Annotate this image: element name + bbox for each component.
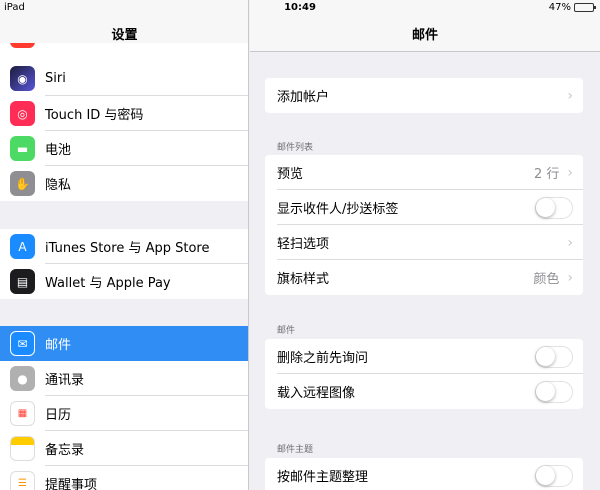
sidebar-item-label: 隐私 (45, 178, 72, 193)
chevron-right-icon: › (567, 234, 573, 251)
show-to-cc-toggle[interactable] (535, 196, 573, 219)
reminders-icon: ☰ (10, 471, 35, 490)
siri-icon: ◉ (10, 66, 35, 91)
sidebar-item-label: 电池 (45, 143, 72, 158)
swipe-options-label: 轻扫选项 (277, 237, 330, 252)
sidebar-group-1: ◉ Siri ◎ Touch ID 与密码 ▬ 电池 ✋ 隐私 (0, 61, 248, 201)
app-store-icon: A (10, 234, 35, 259)
ask-before-delete-label: 删除之前先询问 (277, 351, 369, 366)
mail-settings-panel: 邮件 添加帐户 › 邮件列表 预览 2 行 › 显示收件人/抄送标签 轻扫选项 … (250, 0, 600, 490)
sidebar-group-top (0, 43, 248, 63)
add-account-row[interactable]: 添加帐户 › (265, 78, 583, 113)
sidebar-item-label: Wallet 与 Apple Pay (45, 276, 171, 291)
chevron-right-icon: › (567, 164, 573, 181)
show-to-cc-row: 显示收件人/抄送标签 (265, 190, 583, 225)
message-list-card: 预览 2 行 › 显示收件人/抄送标签 轻扫选项 › 旗标样式 颜色 › (265, 155, 583, 295)
section-header-messages: 邮件 (277, 326, 296, 336)
flag-style-label: 旗标样式 (277, 272, 330, 287)
page-title: 邮件 (411, 28, 438, 43)
battery-icon (574, 3, 596, 12)
sidebar-item-label: 提醒事项 (45, 478, 98, 490)
flag-style-value: 颜色 (533, 272, 560, 287)
sidebar-group-3: ✉ 邮件 ● 通讯录 ▦ 日历 备忘录 ☰ 提醒事项 (0, 326, 248, 490)
sidebar-item-label: iTunes Store 与 App Store (45, 241, 210, 256)
notes-icon (10, 436, 35, 461)
add-account-label: 添加帐户 (277, 90, 330, 105)
sidebar-title: 设置 (111, 28, 138, 43)
toggle-knob (536, 381, 555, 401)
accounts-card: 添加帐户 › (265, 78, 583, 113)
settings-sidebar: 设置 ◉ Siri ◎ Touch ID 与密码 ▬ 电池 ✋ 隐私 A iTu… (0, 0, 249, 490)
sidebar-item-label: 日历 (45, 408, 72, 423)
organize-by-thread-toggle[interactable] (535, 464, 573, 487)
sidebar-item-cut[interactable] (0, 43, 248, 53)
organize-by-thread-row: 按邮件主题整理 (265, 458, 583, 490)
sidebar-item-label: 备忘录 (45, 443, 85, 458)
battery-percent: 47% (548, 2, 571, 13)
preview-value: 2 行 (533, 167, 560, 182)
ask-before-delete-row: 删除之前先询问 (265, 339, 583, 374)
mail-icon: ✉ (10, 331, 35, 356)
calendar-icon: ▦ (10, 401, 35, 426)
messages-card: 删除之前先询问 载入远程图像 (265, 339, 583, 409)
sidebar-item-app-store[interactable]: A iTunes Store 与 App Store (0, 229, 248, 264)
sidebar-item-battery[interactable]: ▬ 电池 (0, 131, 248, 166)
sidebar-item-label: 邮件 (45, 338, 72, 353)
toggle-knob (536, 346, 555, 366)
sidebar-item-label: Touch ID 与密码 (45, 108, 144, 123)
wallet-icon: ▤ (10, 269, 35, 294)
ask-before-delete-toggle[interactable] (535, 345, 573, 368)
status-bar: iPad 10:49 47% (0, 0, 600, 16)
sidebar-item-siri[interactable]: ◉ Siri (0, 61, 248, 96)
sidebar-group-2: A iTunes Store 与 App Store ▤ Wallet 与 Ap… (0, 229, 248, 299)
status-time: 10:49 (284, 2, 316, 13)
toggle-knob (536, 465, 555, 485)
contacts-icon: ● (10, 366, 35, 391)
hand-icon: ✋ (10, 171, 35, 196)
chevron-right-icon: › (567, 269, 573, 286)
sidebar-item-reminders[interactable]: ☰ 提醒事项 (0, 466, 248, 490)
sidebar-item-notes[interactable]: 备忘录 (0, 431, 248, 466)
sidebar-item-privacy[interactable]: ✋ 隐私 (0, 166, 248, 201)
sidebar-item-touch-id[interactable]: ◎ Touch ID 与密码 (0, 96, 248, 131)
fingerprint-icon: ◎ (10, 101, 35, 126)
swipe-options-row[interactable]: 轻扫选项 › (265, 225, 583, 260)
section-header-threading: 邮件主题 (277, 445, 314, 455)
sidebar-item-label: Siri (45, 71, 66, 86)
sidebar-item-contacts[interactable]: ● 通讯录 (0, 361, 248, 396)
load-remote-images-toggle[interactable] (535, 380, 573, 403)
sidebar-item-label: 通讯录 (45, 373, 85, 388)
toggle-knob (536, 197, 555, 217)
sidebar-item-calendar[interactable]: ▦ 日历 (0, 396, 248, 431)
load-remote-images-row: 载入远程图像 (265, 374, 583, 409)
section-header-message-list: 邮件列表 (277, 143, 314, 153)
flag-style-row[interactable]: 旗标样式 颜色 › (265, 260, 583, 295)
battery-icon: ▬ (10, 136, 35, 161)
organize-by-thread-label: 按邮件主题整理 (277, 470, 369, 485)
sidebar-item-mail[interactable]: ✉ 邮件 (0, 326, 248, 361)
preview-label: 预览 (277, 167, 304, 182)
sidebar-item-wallet[interactable]: ▤ Wallet 与 Apple Pay (0, 264, 248, 299)
settings-item-icon (10, 43, 35, 48)
show-to-cc-label: 显示收件人/抄送标签 (277, 202, 399, 217)
chevron-right-icon: › (567, 87, 573, 104)
load-remote-images-label: 载入远程图像 (277, 386, 356, 401)
threading-card: 按邮件主题整理 (265, 458, 583, 490)
preview-row[interactable]: 预览 2 行 › (265, 155, 583, 190)
status-right: 47% (548, 2, 596, 13)
